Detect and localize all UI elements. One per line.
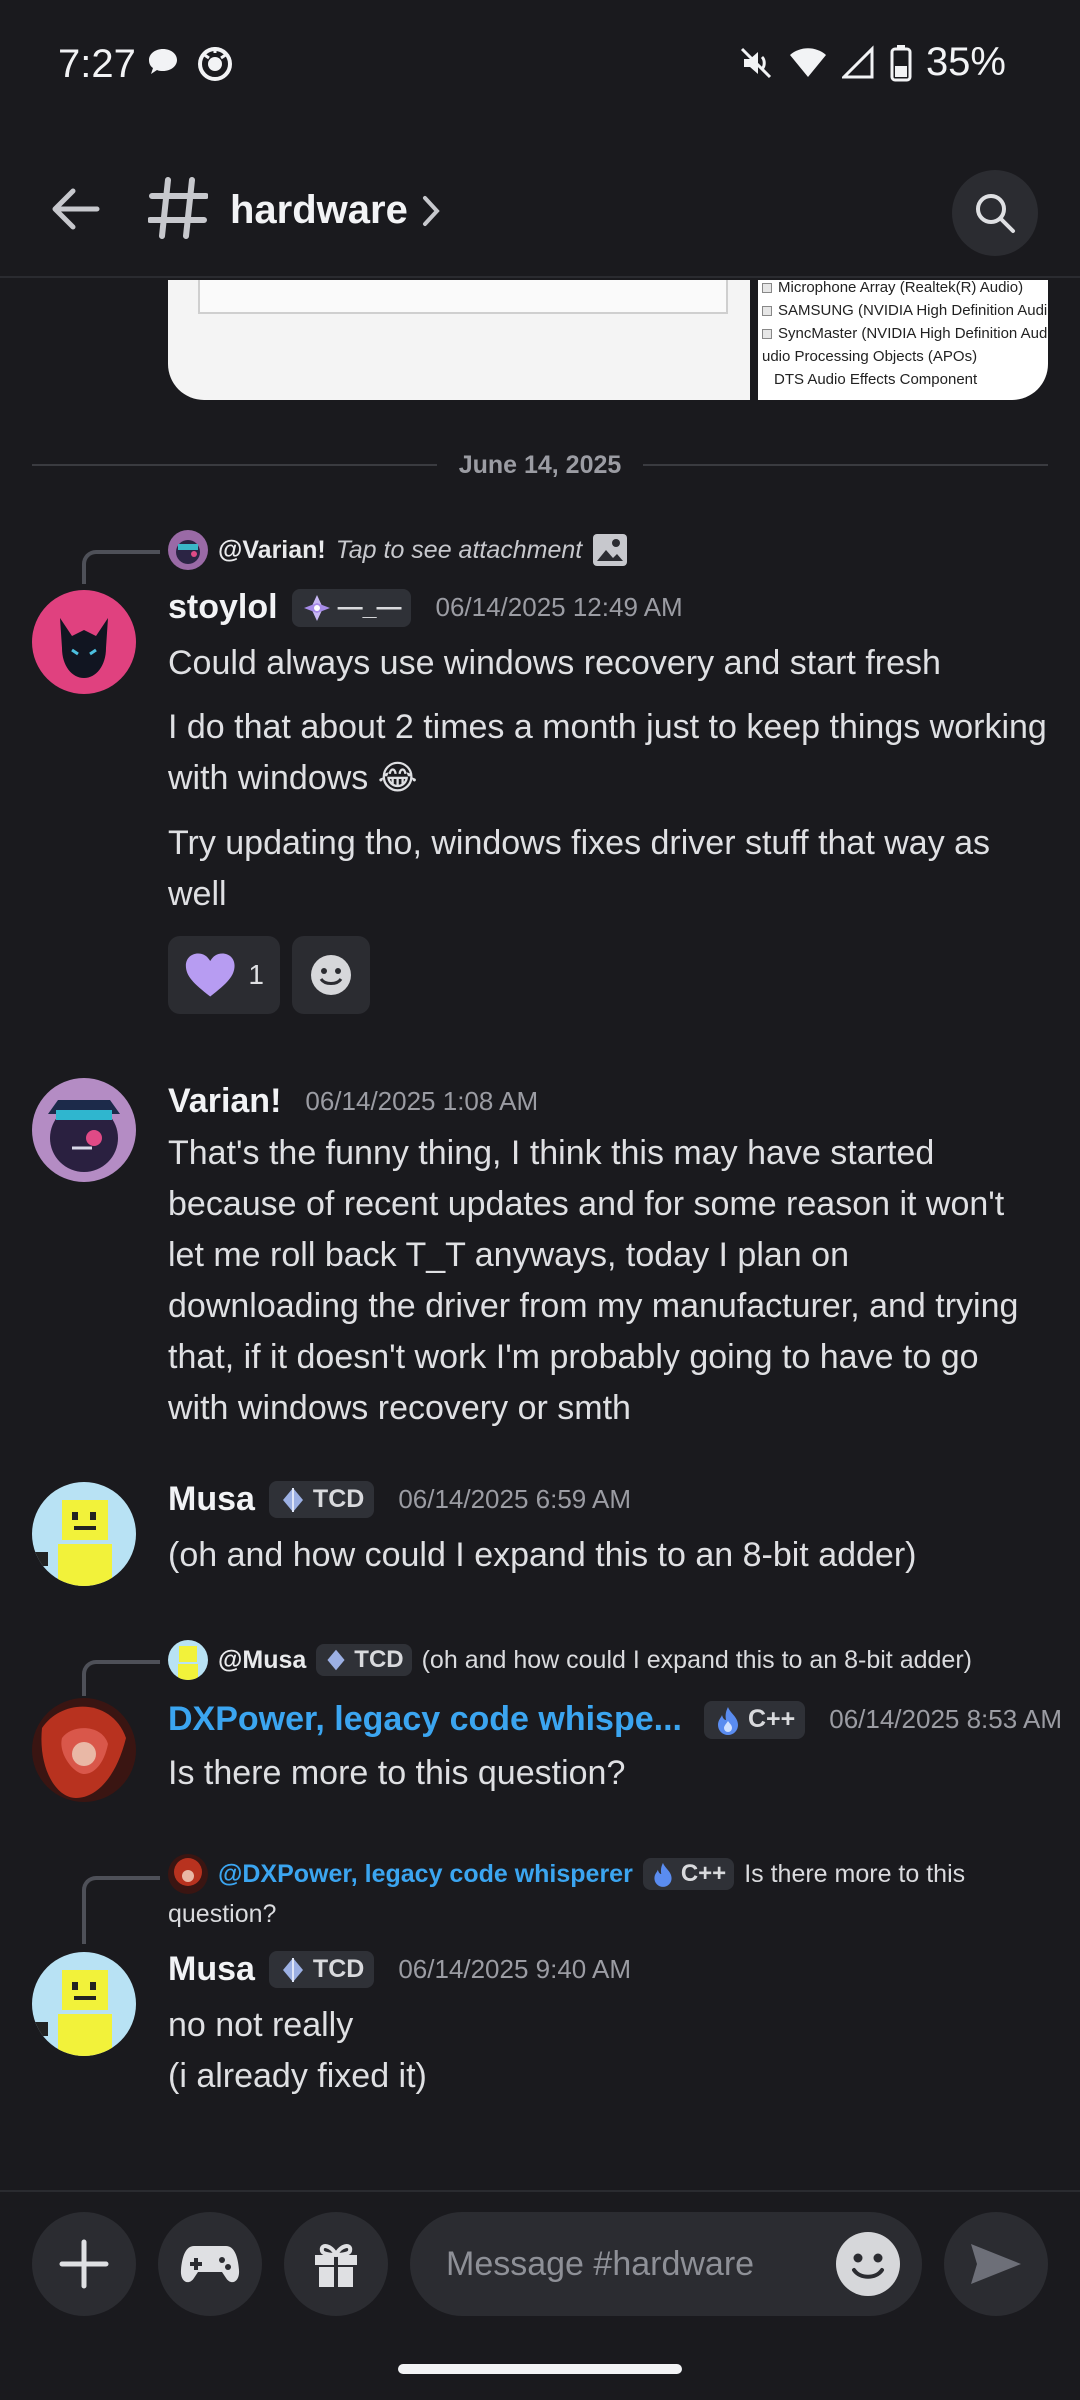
emoji-button[interactable] bbox=[836, 2232, 900, 2296]
role-tag[interactable]: —_— bbox=[291, 588, 412, 627]
emoji-icon bbox=[311, 955, 351, 995]
back-button[interactable] bbox=[40, 174, 110, 244]
avatar bbox=[168, 1640, 208, 1680]
search-button[interactable] bbox=[952, 170, 1038, 256]
avatar bbox=[168, 530, 208, 570]
plus-icon bbox=[59, 2239, 109, 2289]
message-text: no not really bbox=[168, 2006, 354, 2044]
message-text: (i already fixed it) bbox=[168, 2057, 427, 2095]
reply-reference[interactable]: @Musa TCD (oh and how could I expand thi… bbox=[168, 1638, 972, 1682]
attachment-text: Microphone Array (Realtek(R) Audio) SAMS… bbox=[758, 280, 1048, 400]
message-composer bbox=[0, 2190, 1080, 2340]
avatar[interactable] bbox=[32, 590, 136, 694]
home-indicator[interactable] bbox=[398, 2364, 682, 2374]
message-text: Is there more to this question? bbox=[168, 1754, 626, 1792]
message-text: (oh and how could I expand this to an 8-… bbox=[168, 1536, 917, 1574]
message-text: Try updating tho, windows fixes driver s… bbox=[168, 824, 991, 913]
status-notification-icons bbox=[145, 44, 235, 84]
activities-button[interactable] bbox=[158, 2212, 262, 2316]
avatar[interactable] bbox=[32, 1698, 136, 1802]
date-divider: June 14, 2025 bbox=[32, 450, 1048, 480]
role-tag: C++ bbox=[642, 1858, 735, 1890]
reply-connector bbox=[82, 1876, 160, 1944]
message-input[interactable] bbox=[446, 2212, 826, 2316]
timestamp: 06/14/2025 8:53 AM bbox=[829, 1704, 1062, 1734]
add-attachment-button[interactable] bbox=[32, 2212, 136, 2316]
gift-icon bbox=[315, 2244, 357, 2287]
reply-reference[interactable]: @DXPower, legacy code whisperer C++ Is t… bbox=[168, 1852, 965, 1896]
timestamp: 06/14/2025 9:40 AM bbox=[398, 1954, 632, 1984]
reaction-heart[interactable]: 1 bbox=[168, 936, 280, 1014]
timestamp: 06/14/2025 1:08 AM bbox=[305, 1086, 539, 1116]
username[interactable]: Musa bbox=[168, 1480, 255, 1519]
flame-icon bbox=[717, 1706, 738, 1735]
timestamp: 06/14/2025 12:49 AM bbox=[435, 592, 683, 622]
reply-connector bbox=[82, 1660, 160, 1696]
arrow-left-icon bbox=[52, 188, 100, 230]
username[interactable]: Musa bbox=[168, 1950, 255, 1989]
hash-icon bbox=[148, 177, 208, 239]
mute-icon bbox=[740, 47, 771, 78]
reply-text-cont: question? bbox=[168, 1900, 277, 1928]
search-icon bbox=[976, 194, 1015, 233]
role-tag[interactable]: C++ bbox=[703, 1700, 806, 1739]
crystal-icon bbox=[282, 1957, 303, 1982]
send-icon bbox=[971, 2244, 1021, 2284]
crystal-icon bbox=[282, 1487, 303, 1512]
message-feed[interactable]: Microphone Array (Realtek(R) Audio) SAMS… bbox=[0, 280, 1080, 2190]
reply-author[interactable]: @DXPower, legacy code whisperer bbox=[218, 1860, 633, 1889]
emoji-icon bbox=[838, 2234, 898, 2294]
reply-text: (oh and how could I expand this to an 8-… bbox=[421, 1645, 972, 1674]
flame-icon bbox=[654, 1862, 672, 1887]
avatar[interactable] bbox=[32, 1952, 136, 2056]
message-header: stoylol —_— 06/14/2025 12:49 AM bbox=[168, 588, 683, 627]
wifi-icon bbox=[789, 47, 826, 77]
status-bar: 7:27 35% bbox=[0, 0, 1080, 130]
chevron-right-icon[interactable] bbox=[420, 194, 442, 228]
role-tag[interactable]: TCD bbox=[268, 1951, 375, 1988]
reactions-row: 1 bbox=[168, 936, 370, 1014]
message-header: Musa TCD 06/14/2025 9:40 AM bbox=[168, 1950, 631, 1989]
role-tag: TCD bbox=[316, 1644, 412, 1676]
channel-header: hardware bbox=[0, 150, 1080, 278]
diamond-icon bbox=[303, 594, 330, 621]
crystal-icon bbox=[327, 1649, 345, 1671]
timestamp: 06/14/2025 6:59 AM bbox=[398, 1484, 632, 1514]
message-text: Could always use windows recovery and st… bbox=[168, 644, 941, 682]
reply-author[interactable]: @Musa bbox=[218, 1646, 306, 1675]
app-notification-icon bbox=[198, 47, 232, 81]
image-icon bbox=[593, 534, 628, 566]
reply-text: Is there more to this bbox=[744, 1859, 966, 1888]
gift-button[interactable] bbox=[284, 2212, 388, 2316]
gamepad-icon bbox=[180, 2246, 240, 2283]
chat-bubble-icon bbox=[149, 49, 177, 74]
channel-title[interactable]: hardware bbox=[230, 188, 408, 233]
reply-connector bbox=[82, 550, 160, 584]
message-header: Musa TCD 06/14/2025 6:59 AM bbox=[168, 1480, 631, 1519]
message-header: DXPower, legacy code whispe... C++ 06/14… bbox=[168, 1700, 1062, 1739]
avatar[interactable] bbox=[32, 1078, 136, 1182]
avatar[interactable] bbox=[32, 1482, 136, 1586]
avatar bbox=[168, 1854, 208, 1894]
status-time: 7:27 bbox=[58, 42, 136, 86]
message-input-wrapper bbox=[410, 2212, 922, 2316]
signal-icon bbox=[841, 44, 874, 78]
status-right-icons: 35% bbox=[738, 40, 1006, 85]
message-header: Varian! 06/14/2025 1:08 AM bbox=[168, 1082, 538, 1121]
reply-author[interactable]: @Varian! bbox=[218, 536, 326, 565]
message-text: That's the funny thing, I think this may… bbox=[168, 1134, 1019, 1427]
username[interactable]: Varian! bbox=[168, 1082, 281, 1121]
purple-heart-icon bbox=[185, 953, 235, 997]
send-button[interactable] bbox=[944, 2212, 1048, 2316]
reply-reference[interactable]: @Varian! Tap to see attachment bbox=[168, 528, 628, 572]
battery-icon bbox=[890, 44, 912, 81]
battery-percent: 35% bbox=[925, 40, 1006, 84]
username[interactable]: stoylol bbox=[168, 588, 278, 627]
image-attachment[interactable]: Microphone Array (Realtek(R) Audio) SAMS… bbox=[168, 280, 1048, 400]
username[interactable]: DXPower, legacy code whispe... bbox=[168, 1700, 682, 1739]
reply-text: Tap to see attachment bbox=[335, 535, 583, 564]
message-text: I do that about 2 times a month just to … bbox=[168, 708, 1047, 797]
role-tag[interactable]: TCD bbox=[268, 1481, 375, 1518]
add-reaction-button[interactable] bbox=[292, 936, 370, 1014]
